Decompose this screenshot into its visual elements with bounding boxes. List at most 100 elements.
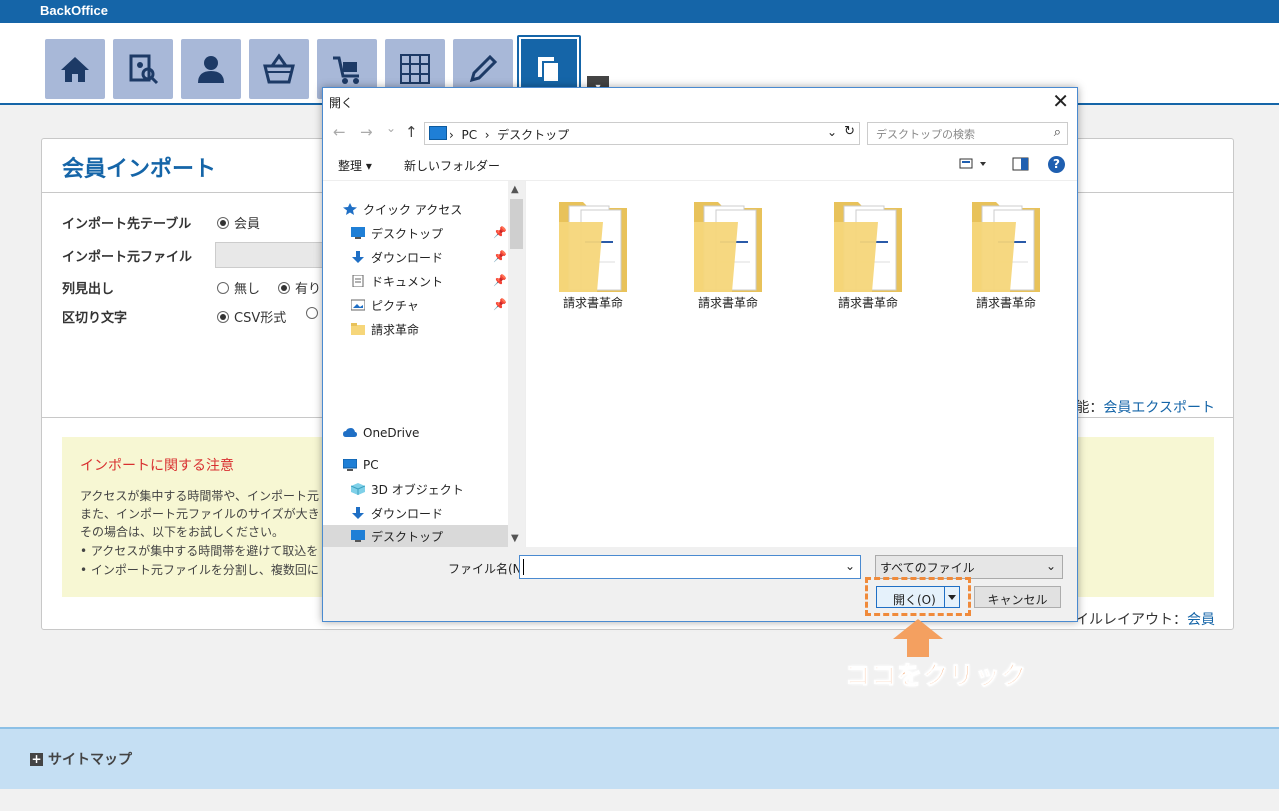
radio-delimiter-other[interactable] [306,307,323,322]
radio-dot [217,311,229,323]
cancel-button[interactable]: キャンセル [974,586,1061,608]
navigation-pane: クイック アクセス デスクトップ 📌 ダウンロード 📌 ドキュメント 📌 ピクチ… [323,181,526,547]
nav-label: ピクチャ [371,298,419,313]
footer: + サイトマップ [0,727,1279,789]
home-icon [61,57,89,82]
filetype-select[interactable]: すべてのファイル ⌄ [875,555,1063,579]
download-icon [352,507,364,519]
preview-pane-icon[interactable] [1012,157,1029,171]
label-header-row: 列見出し [62,282,115,297]
pc-icon [429,126,447,140]
nav-scrollbar[interactable]: ▲ ▼ [508,181,525,547]
close-icon[interactable]: ✕ [1052,89,1069,113]
chevron-down-icon: ⌄ [1045,559,1056,573]
scroll-up-icon[interactable]: ▲ [511,184,519,195]
radio-target-member[interactable]: 会員 [217,213,260,232]
help-icon[interactable]: ? [1048,156,1065,173]
file-name: 請求書革命 [975,296,1036,310]
nav-documents[interactable]: ドキュメント [351,270,443,292]
desktop-icon [351,227,365,239]
radio-dot [217,282,229,294]
top-bar: BackOffice [0,0,1279,23]
label-delimiter: 区切り文字 [62,311,128,326]
folder-icon [559,202,627,292]
nav-3d-objects[interactable]: 3D オブジェクト [351,478,464,500]
sitemap-label: サイトマップ [48,752,132,768]
source-file-input[interactable] [215,242,327,268]
radio-label: 会員 [234,217,261,232]
recent-locations-icon[interactable]: ⌄ [386,121,396,135]
view-mode-icon[interactable] [959,157,989,171]
label-source-file: インポート元ファイル [62,250,193,265]
nav-basket-button[interactable] [249,39,309,99]
nav-home-button[interactable] [45,39,105,99]
desktop-icon [351,530,365,542]
nav-quick-access[interactable]: クイック アクセス [343,198,462,220]
back-arrow-icon[interactable]: ← [333,123,346,141]
up-arrow-icon[interactable]: ↑ [405,123,418,141]
nav-onedrive[interactable]: OneDrive [343,422,419,444]
refresh-icon[interactable]: ↻ [844,124,855,139]
nav-folder-seikyu[interactable]: 請求革命 [351,318,419,340]
nav-pictures[interactable]: ピクチャ [351,294,419,316]
forward-arrow-icon[interactable]: → [360,123,373,141]
file-name: 請求書革命 [837,296,898,310]
radio-dot [217,217,229,229]
nav-user-button[interactable] [181,39,241,99]
nav-label: 請求革命 [371,322,420,337]
folder-item[interactable]: 請求書革命 [956,192,1056,311]
nav-label: ダウンロード [371,506,444,521]
nav-desktop-pc[interactable]: デスクトップ [323,525,508,547]
file-list: 請求書革命 請求書革命 請求書革命 請求書革命 [531,188,1071,538]
folder-item[interactable]: 請求書革命 [678,192,778,311]
brand-logo[interactable]: BackOffice [40,3,108,18]
breadcrumb-sep: › [484,128,490,142]
scroll-thumb[interactable] [510,199,523,249]
chevron-down-icon[interactable]: ⌄ [845,559,855,573]
nav-downloads-pc[interactable]: ダウンロード [351,502,443,524]
radio-label: 無し [234,282,261,297]
folder-item[interactable]: 請求書革命 [818,192,918,311]
folder-item[interactable]: 請求書革命 [543,192,643,311]
pin-icon: 📌 [493,298,507,311]
nav-desktop[interactable]: デスクトップ [351,222,443,244]
basket-icon [263,53,295,84]
address-bar[interactable]: › PC › デスクトップ ⌄ ↻ [424,122,860,145]
notice-line: また、インポート元ファイルのサイズが大き [80,507,320,521]
member-layout-link[interactable]: 会員 [1187,612,1215,628]
search-input[interactable]: デスクトップの検索 ⌕ [867,122,1068,145]
member-export-link[interactable]: 会員エクスポート [1103,400,1215,416]
layout-prefix: イルレイアウト： [1075,612,1187,628]
radio-header-yes[interactable]: 有り [278,278,321,297]
file-name: 請求書革命 [562,296,623,310]
open-file-dialog: 開く ✕ ← → ⌄ ↑ › PC › デスクトップ ⌄ ↻ デスクトップの検索… [322,87,1078,622]
filename-input[interactable]: ⌄ [519,555,861,579]
pencil-icon [469,54,498,83]
star-icon [343,203,357,215]
documents-icon [538,57,560,83]
nav-label: 3D オブジェクト [371,482,464,497]
nav-label: デスクトップ [371,529,444,544]
plus-icon: + [30,751,43,766]
breadcrumb-pc[interactable]: PC [461,128,477,142]
nav-pc[interactable]: PC [343,454,379,476]
scroll-down-icon[interactable]: ▼ [511,533,519,544]
grid-icon [400,54,430,84]
file-name: 請求書革命 [697,296,758,310]
chevron-down-icon[interactable]: ⌄ [827,125,837,139]
new-folder-button[interactable]: 新しいフォルダー [404,157,500,174]
cancel-button-label: キャンセル [987,593,1048,607]
cube-icon [351,483,365,495]
breadcrumb-desktop[interactable]: デスクトップ [497,128,569,142]
nav-downloads[interactable]: ダウンロード [351,246,443,268]
radio-delimiter-csv[interactable]: CSV形式 [217,307,286,326]
pin-icon: 📌 [493,274,507,287]
nav-label: ドキュメント [371,274,444,289]
nav-member-search-button[interactable] [113,39,173,99]
cart-icon [333,56,359,84]
organize-menu[interactable]: 整理 ▾ [338,157,372,174]
download-icon [352,251,364,263]
sitemap-toggle[interactable]: + サイトマップ [30,749,132,769]
radio-header-none[interactable]: 無し [217,278,260,297]
label-target-table: インポート先テーブル [62,217,192,232]
